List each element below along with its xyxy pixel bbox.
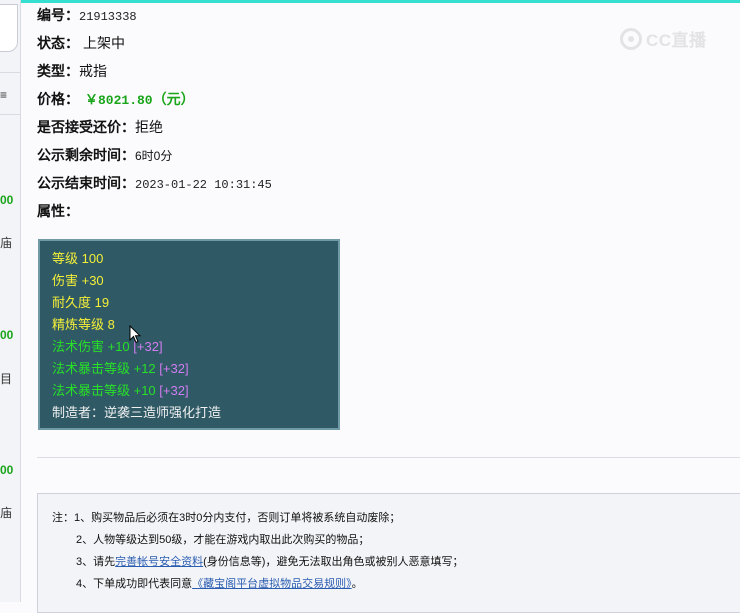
attribute-tooltip-box: 等级 100 伤害 +30 耐久度 19 精炼等级 8 法术伤害 +10 [+3… (38, 239, 340, 430)
item-type-label: 类型： (37, 63, 79, 79)
cc-logo-icon (620, 27, 642, 50)
item-remaining-row: 公示剩余时间：6时0分 (37, 146, 172, 165)
item-price-label: 价格： (37, 91, 79, 107)
notes-text: (身份信息等)，避免无法取出角色或被别人恶意填写； (203, 556, 464, 568)
item-price-unit: （元） (152, 91, 195, 107)
attribute-line: 等级 100 (52, 248, 338, 270)
notes-text: 。 (351, 578, 363, 590)
attribute-text: 耐久度 19 (52, 295, 110, 310)
section-divider (37, 457, 740, 458)
cc-live-watermark: CC直播 (620, 26, 707, 51)
item-type-row: 类型：戒指 (37, 62, 107, 80)
mouse-pointer-icon (129, 325, 141, 344)
sidebar-price-fragment: 00 (0, 328, 14, 342)
account-security-link[interactable]: 完善帐号安全资料 (115, 556, 203, 568)
attribute-line: 精炼等级 8 (52, 314, 338, 336)
sidebar-price-fragment: 00 (0, 463, 14, 477)
notes-text: 4、下单成功即代表同意 (76, 578, 193, 590)
attribute-line: 伤害 +30 (52, 270, 338, 292)
notes-line-4: 4、下单成功即代表同意《藏宝阁平台虚拟物品交易规则》。 (38, 575, 740, 597)
item-attributes-row: 属性： (37, 202, 79, 220)
item-price-row: 价格： ￥8021.80（元） (37, 90, 195, 110)
attribute-text: 法术伤害 +10 (52, 339, 130, 354)
item-price-value: ￥8021.80 (85, 93, 153, 108)
item-id-row: 编号：21913338 (37, 6, 137, 26)
attribute-line: 耐久度 19 (52, 292, 338, 314)
notes-text: 2、人物等级达到50级，才能在游戏内取出此次购买的物品； (76, 534, 370, 546)
notes-text: 3、请先 (76, 556, 116, 568)
attribute-line: 法术暴击等级 +10 [+32] (52, 380, 338, 402)
item-counteroffer-value: 拒绝 (135, 119, 163, 135)
item-remaining-label: 公示剩余时间： (37, 147, 135, 163)
attribute-text: 法术暴击等级 +12 (52, 361, 156, 376)
left-sidebar-strip: ≡ 00 庙 00 目 00 庙 (0, 0, 21, 602)
attribute-text: 制造者：逆袭三造师强化打造 (52, 405, 222, 420)
purchase-notes-panel: 注：1、购买物品后必须在3时0分内支付，否则订单将被系统自动废除； 2、人物等级… (37, 493, 740, 613)
notes-prefix: 注： (52, 512, 74, 524)
sidebar-fragment: 庙 (0, 506, 13, 520)
sidebar-price-fragment: 00 (0, 193, 14, 207)
item-counteroffer-label: 是否接受还价： (37, 119, 135, 135)
item-status-row: 状态： 上架中 (37, 34, 125, 52)
attribute-text: 法术暴击等级 +10 (52, 383, 156, 398)
attribute-text: 伤害 +30 (52, 273, 104, 288)
sidebar-fragment: 庙 (0, 236, 13, 250)
item-counteroffer-row: 是否接受还价：拒绝 (37, 118, 163, 136)
top-accent-bar (0, 0, 740, 3)
item-remaining-value: 6时0分 (135, 149, 173, 163)
item-type-value: 戒指 (79, 63, 107, 79)
attribute-line: 法术暴击等级 +12 [+32] (52, 358, 338, 380)
notes-text: 1、购买物品后必须在3时0分内支付，否则订单将被系统自动废除； (74, 512, 401, 524)
item-end-time-row: 公示结束时间：2023-01-22 10:31:45 (37, 174, 272, 194)
item-id-value: 21913338 (79, 10, 137, 24)
notes-line-1: 注：1、购买物品后必须在3时0分内支付，否则订单将被系统自动废除； (38, 509, 740, 531)
attribute-line: 制造者：逆袭三造师强化打造 (52, 402, 338, 424)
sidebar-divider (0, 72, 20, 73)
sidebar-divider (0, 114, 20, 115)
item-end-time-label: 公示结束时间： (37, 175, 135, 191)
notes-line-2: 2、人物等级达到50级，才能在游戏内取出此次购买的物品； (38, 531, 740, 553)
item-end-time-value: 2023-01-22 10:31:45 (135, 178, 272, 192)
attribute-text: 精炼等级 8 (52, 317, 115, 332)
attribute-bonus: [+32] (155, 383, 189, 398)
attribute-text: 等级 100 (52, 251, 104, 266)
watermark-text: CC直播 (646, 31, 707, 50)
trade-rules-link[interactable]: 《藏宝阁平台虚拟物品交易规则》 (192, 578, 352, 590)
sidebar-fragment: ≡ (0, 88, 8, 102)
item-status-label: 状态： (37, 35, 79, 51)
attribute-bonus: [+32] (155, 361, 189, 376)
attribute-line: 法术伤害 +10 [+32] (52, 336, 338, 358)
avatar (0, 4, 18, 52)
item-attributes-label: 属性： (37, 203, 79, 219)
item-id-label: 编号： (37, 7, 79, 23)
sidebar-fragment: 目 (0, 372, 13, 386)
notes-line-3: 3、请先完善帐号安全资料(身份信息等)，避免无法取出角色或被别人恶意填写； (38, 553, 740, 575)
item-status-value: 上架中 (83, 35, 125, 51)
